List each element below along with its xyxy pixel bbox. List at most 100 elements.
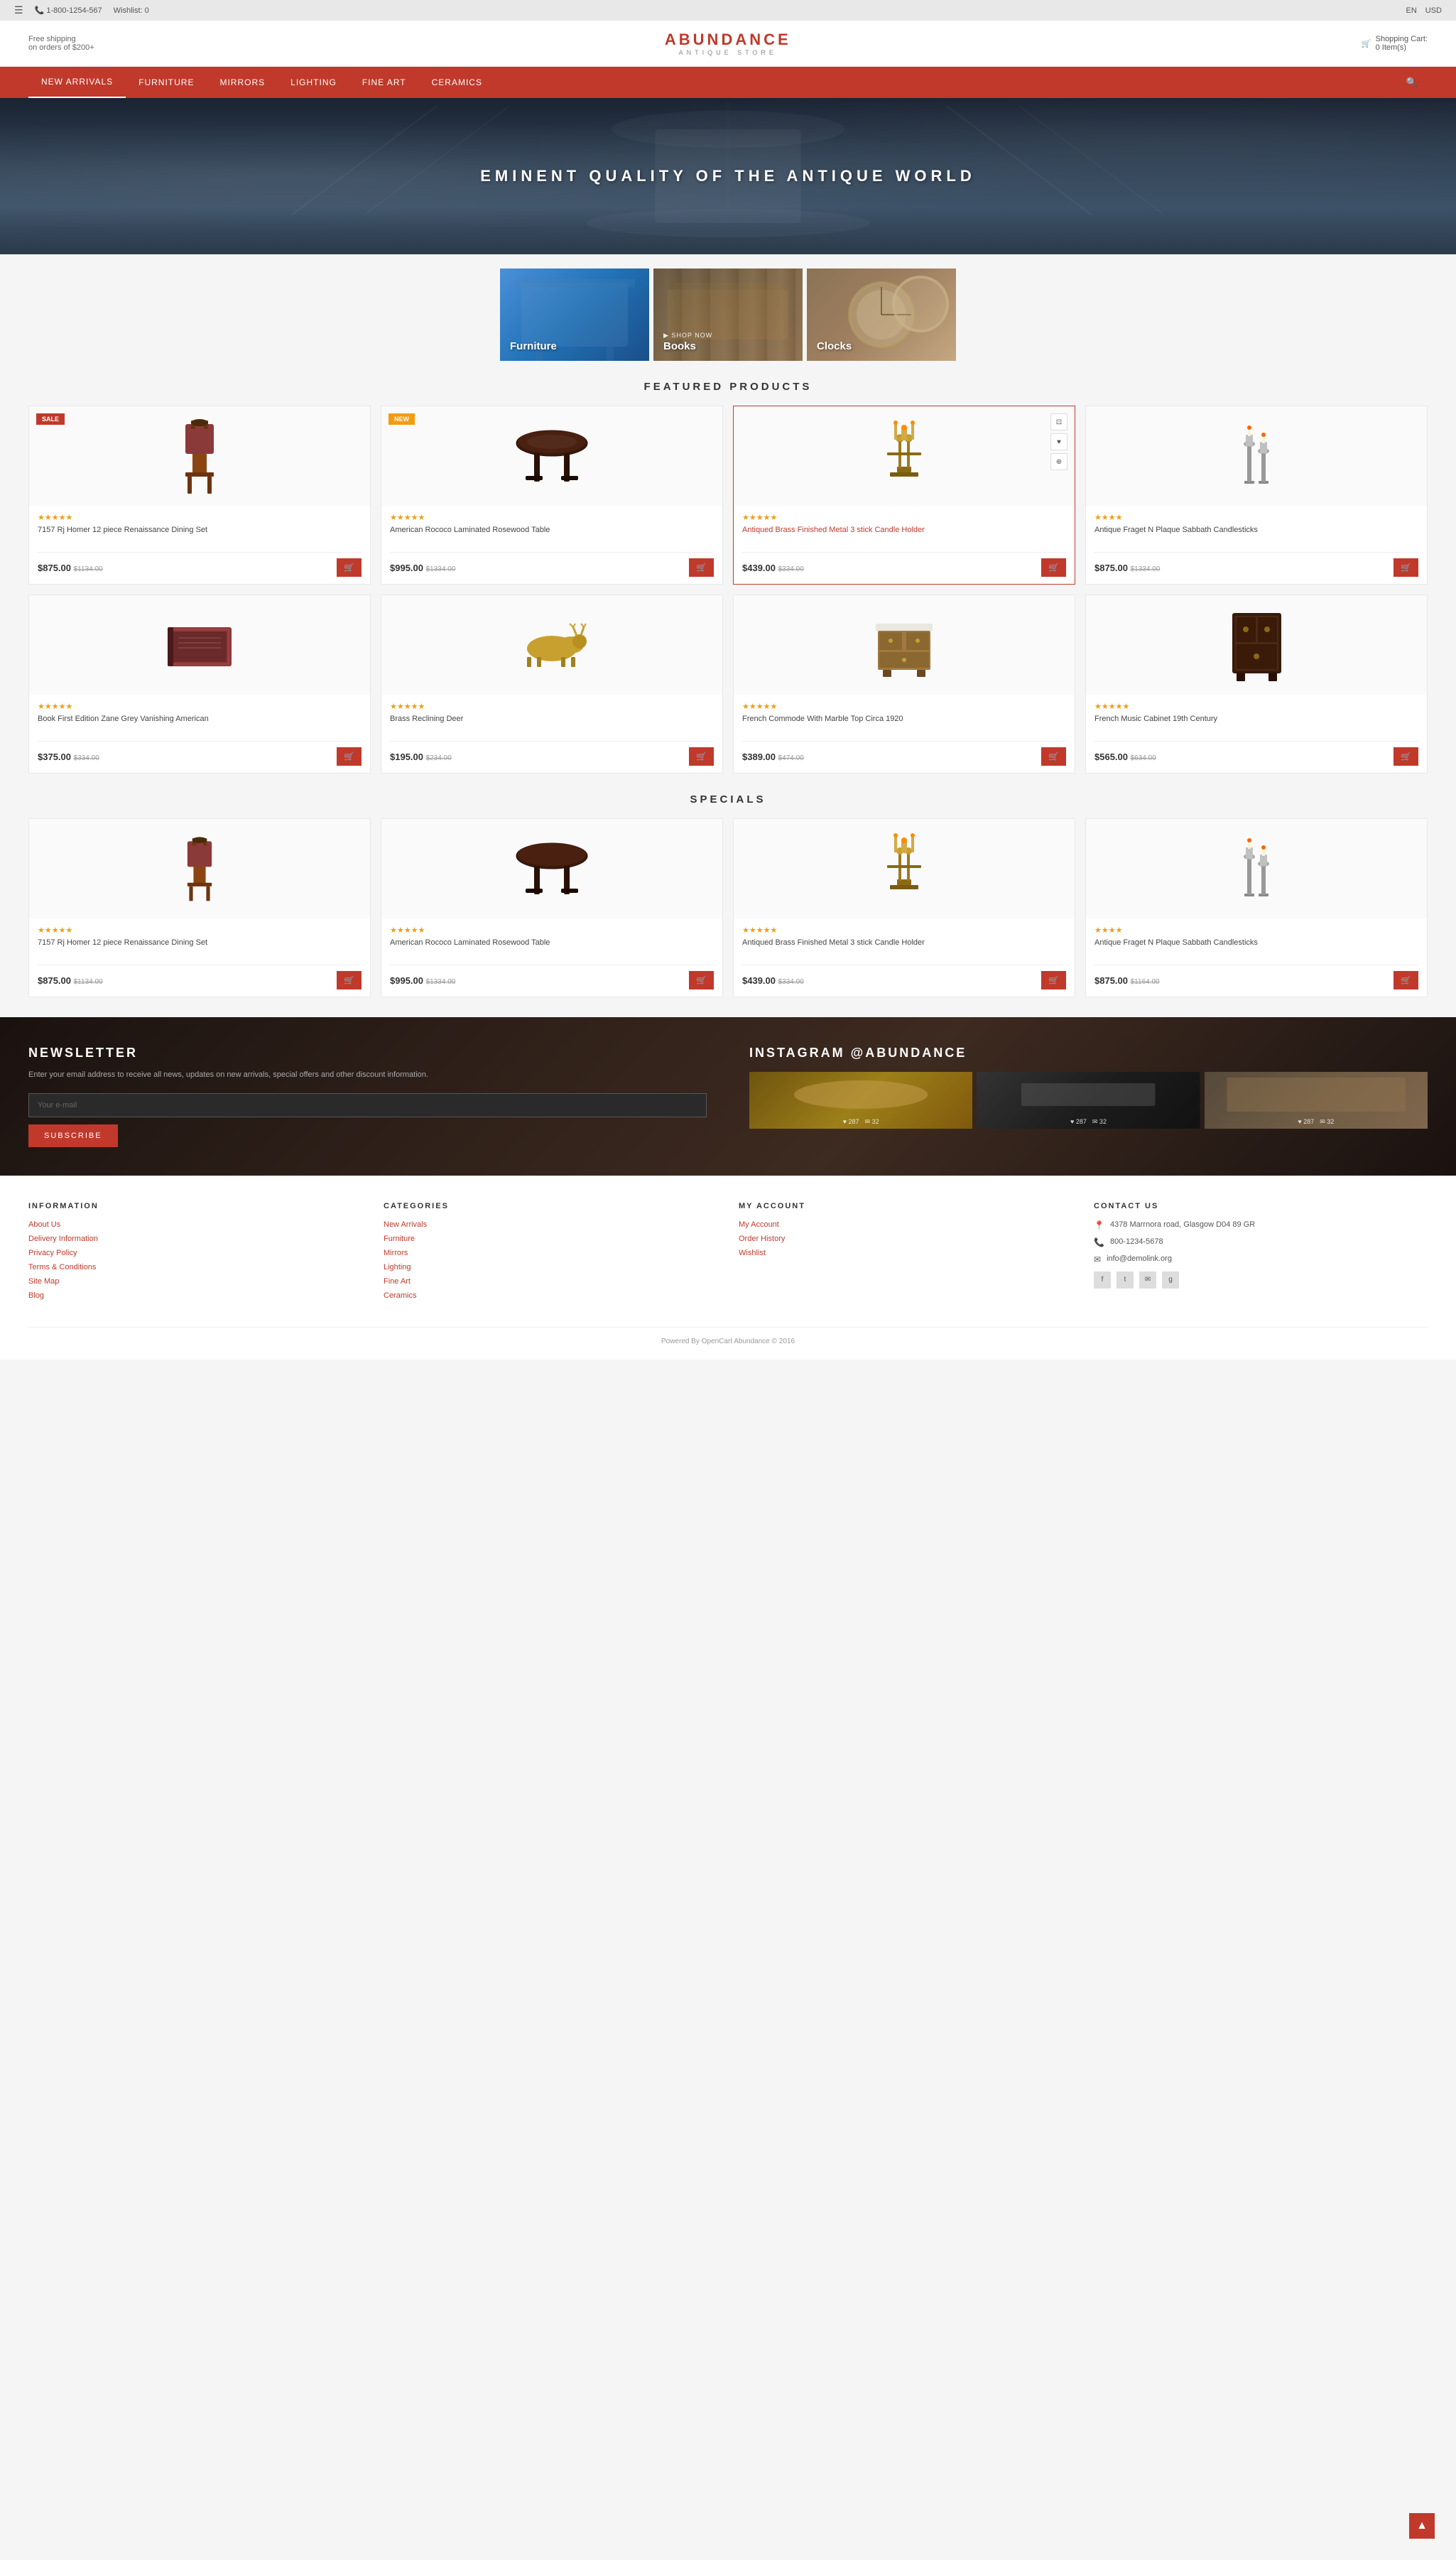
table-illustration: [513, 428, 591, 484]
facebook-icon[interactable]: f: [1094, 1271, 1111, 1289]
add-to-cart-1[interactable]: 🛒: [337, 558, 362, 577]
product-info-6: ★★★★★ Brass Reclining Deer $195.00 $234.…: [381, 695, 722, 773]
special-image-3: [734, 819, 1075, 918]
clocks-banner-label: Clocks: [817, 340, 852, 352]
special-card-1[interactable]: ★★★★★ 7157 Rj Homer 12 piece Renaissance…: [28, 818, 371, 997]
special-image-4: [1086, 819, 1427, 918]
product-info-5: ★★★★★ Book First Edition Zane Grey Vanis…: [29, 695, 370, 773]
instagram-item-1[interactable]: ♥ 287 ✉ 32: [749, 1072, 972, 1129]
nav-item-new-arrivals[interactable]: NEW ARRIVALS: [28, 67, 126, 98]
product-card-8[interactable]: ★★★★★ French Music Cabinet 19th Century …: [1085, 595, 1428, 774]
footer-link-sitemap[interactable]: Site Map: [28, 1277, 362, 1286]
email-social-icon[interactable]: ✉: [1139, 1271, 1156, 1289]
footer-link-fine-art[interactable]: Fine Art: [384, 1277, 717, 1286]
hero-text: EMINENT QUALITY OF THE ANTIQUE WORLD: [480, 167, 976, 185]
subscribe-button[interactable]: SUBSCRIBE: [28, 1124, 118, 1147]
special-candle-illustration: [876, 830, 933, 908]
footer-contact-column: CONTACT US 📍 4378 Marrnora road, Glasgow…: [1094, 1202, 1428, 1306]
footer-link-new-arrivals[interactable]: New Arrivals: [384, 1220, 717, 1229]
footer-link-privacy[interactable]: Privacy Policy: [28, 1249, 362, 1257]
footer-address: 📍 4378 Marrnora road, Glasgow D04 89 GR: [1094, 1220, 1428, 1230]
product-price-3: $439.00 $334.00: [742, 563, 804, 573]
add-to-cart-7[interactable]: 🛒: [1041, 747, 1066, 766]
product-card-6[interactable]: ★★★★★ Brass Reclining Deer $195.00 $234.…: [381, 595, 723, 774]
product-price-row-3: $439.00 $334.00 🛒: [742, 552, 1066, 577]
footer-link-mirrors[interactable]: Mirrors: [384, 1249, 717, 1257]
add-to-cart-8[interactable]: 🛒: [1393, 747, 1418, 766]
footer-link-terms[interactable]: Terms & Conditions: [28, 1263, 362, 1271]
deer-illustration: [513, 620, 591, 670]
instagram-item-2[interactable]: ♥ 287 ✉ 32: [977, 1072, 1200, 1129]
special-add-to-cart-3[interactable]: 🛒: [1041, 971, 1066, 989]
chair-illustration: [175, 417, 224, 495]
footer-link-about[interactable]: About Us: [28, 1220, 362, 1229]
candle-holder-illustration: [876, 417, 933, 495]
footer-link-wishlist[interactable]: Wishlist: [739, 1249, 1072, 1257]
footer-link-delivery[interactable]: Delivery Information: [28, 1235, 362, 1243]
twitter-icon[interactable]: t: [1117, 1271, 1134, 1289]
currency-selector[interactable]: USD: [1425, 6, 1442, 15]
phone-label: 📞 1-800-1254-567: [35, 6, 102, 15]
footer-link-furniture[interactable]: Furniture: [384, 1235, 717, 1243]
add-to-cart-6[interactable]: 🛒: [689, 747, 714, 766]
nav-item-furniture[interactable]: FURNITURE: [126, 67, 207, 97]
nav-item-fine-art[interactable]: FINE ART: [349, 67, 419, 97]
special-add-to-cart-4[interactable]: 🛒: [1393, 971, 1418, 989]
special-card-2[interactable]: ★★★★★ American Rococo Laminated Rosewood…: [381, 818, 723, 997]
category-banner-furniture[interactable]: Furniture: [500, 269, 649, 361]
nav-item-ceramics[interactable]: CERAMICS: [419, 67, 495, 97]
product-image-6: [381, 595, 722, 695]
footer-link-blog[interactable]: Blog: [28, 1291, 362, 1300]
add-to-cart-3[interactable]: 🛒: [1041, 558, 1066, 577]
footer-link-lighting[interactable]: Lighting: [384, 1263, 717, 1271]
product-price-8: $565.00 $634.00: [1094, 752, 1156, 762]
special-name-4: Antique Fraget N Plaque Sabbath Candlest…: [1094, 938, 1418, 959]
scroll-to-top-button[interactable]: ▲: [1409, 2513, 1435, 2539]
footer-link-my-account[interactable]: My Account: [739, 1220, 1072, 1229]
special-card-3[interactable]: ★★★★★ Antiqued Brass Finished Metal 3 st…: [733, 818, 1075, 997]
product-name-3: Antiqued Brass Finished Metal 3 stick Ca…: [742, 525, 1066, 546]
product-name-2: American Rococo Laminated Rosewood Table: [390, 525, 714, 546]
special-name-2: American Rococo Laminated Rosewood Table: [390, 938, 714, 959]
product-price-row-8: $565.00 $634.00 🛒: [1094, 741, 1418, 766]
add-to-cart-5[interactable]: 🛒: [337, 747, 362, 766]
special-add-to-cart-2[interactable]: 🛒: [689, 971, 714, 989]
product-image-4: [1086, 406, 1427, 506]
product-card-7[interactable]: ★★★★★ French Commode With Marble Top Cir…: [733, 595, 1075, 774]
compare-btn-3[interactable]: ⊡: [1050, 413, 1067, 430]
logo[interactable]: ABUNDANCE ANTIQUE STORE: [665, 31, 791, 56]
product-card-5[interactable]: ★★★★★ Book First Edition Zane Grey Vanis…: [28, 595, 371, 774]
footer-link-ceramics[interactable]: Ceramics: [384, 1291, 717, 1300]
search-icon[interactable]: 🔍: [1396, 67, 1428, 98]
special-add-to-cart-1[interactable]: 🛒: [337, 971, 362, 989]
product-card-1[interactable]: SALE ★★★★★ 7157 Rj Homer 12 piece Renais…: [28, 406, 371, 585]
instagram-stats-1: ♥ 287 ✉ 32: [749, 1118, 972, 1126]
add-to-cart-4[interactable]: 🛒: [1393, 558, 1418, 577]
special-card-4[interactable]: ★★★★ Antique Fraget N Plaque Sabbath Can…: [1085, 818, 1428, 997]
product-info-3: ★★★★★ Antiqued Brass Finished Metal 3 st…: [734, 506, 1075, 584]
menu-icon[interactable]: ☰: [14, 4, 23, 16]
add-to-cart-2[interactable]: 🛒: [689, 558, 714, 577]
google-icon[interactable]: g: [1162, 1271, 1179, 1289]
logo-name: ABUNDANCE: [665, 31, 791, 49]
special-name-1: 7157 Rj Homer 12 piece Renaissance Dinin…: [38, 938, 362, 959]
product-stars-7: ★★★★★: [742, 702, 1066, 711]
nav-item-mirrors[interactable]: MIRRORS: [207, 67, 278, 97]
quickview-btn-3[interactable]: ⊕: [1050, 453, 1067, 470]
newsletter-email-input[interactable]: [28, 1093, 707, 1117]
footer-link-order-history[interactable]: Order History: [739, 1235, 1072, 1243]
books-shop-now[interactable]: ▶ SHOP NOW: [663, 332, 712, 340]
category-banner-clocks[interactable]: Clocks: [807, 269, 956, 361]
wishlist-btn-3[interactable]: ♥: [1050, 433, 1067, 450]
product-card-3[interactable]: ⊡ ♥ ⊕ ★★★★★ Antiqued Bra: [733, 406, 1075, 585]
product-image-1: SALE: [29, 406, 370, 506]
nav-item-lighting[interactable]: LIGHTING: [278, 67, 349, 97]
product-name-5: Book First Edition Zane Grey Vanishing A…: [38, 714, 362, 735]
category-banner-books[interactable]: ▶ SHOP NOW Books: [653, 269, 803, 361]
instagram-item-3[interactable]: ♥ 287 ✉ 32: [1205, 1072, 1428, 1129]
cart-info[interactable]: 🛒 Shopping Cart: 0 Item(s): [1362, 35, 1428, 52]
newsletter-instagram-section: NEWSLETTER Enter your email address to r…: [0, 1017, 1456, 1176]
language-selector[interactable]: EN: [1406, 6, 1416, 15]
product-card-2[interactable]: NEW ★★★★★ American Rococo Laminated Rose…: [381, 406, 723, 585]
product-card-4[interactable]: ★★★★ Antique Fraget N Plaque Sabbath Can…: [1085, 406, 1428, 585]
